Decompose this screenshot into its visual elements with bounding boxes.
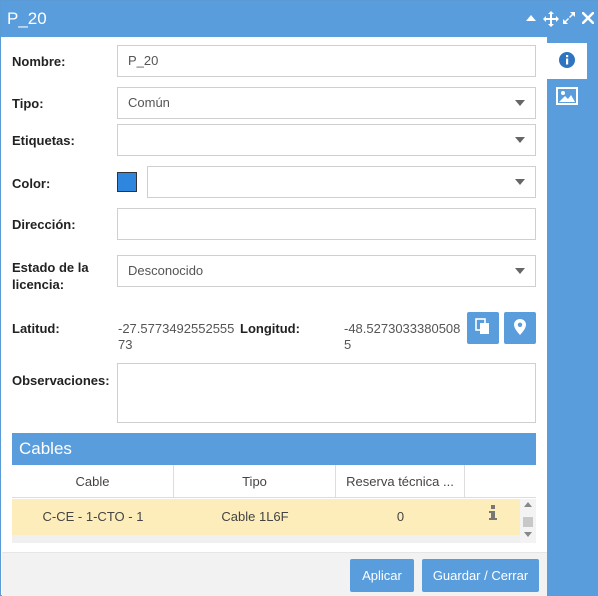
- info-icon: [558, 51, 576, 72]
- nombre-field[interactable]: P_20: [117, 45, 536, 77]
- latitud-line2: 73: [118, 337, 133, 352]
- direccion-field[interactable]: [117, 208, 536, 240]
- color-label: Color:: [12, 176, 51, 191]
- observaciones-textarea[interactable]: [117, 363, 536, 423]
- longitud-line2: 5: [344, 337, 352, 352]
- chevron-down-icon: [515, 268, 525, 274]
- scroll-thumb[interactable]: [523, 517, 533, 527]
- map-marker-icon: [513, 318, 527, 339]
- copy-coordinates-button[interactable]: [467, 312, 499, 344]
- etiquetas-label: Etiquetas:: [12, 133, 75, 148]
- table-footer-area: [12, 535, 520, 543]
- scroll-down-icon[interactable]: [524, 532, 532, 537]
- longitud-line1: -48.5273033380508: [344, 321, 461, 336]
- save-close-button[interactable]: Guardar / Cerrar: [422, 559, 539, 592]
- dialog-footer: Aplicar Guardar / Cerrar: [2, 552, 547, 596]
- info-icon[interactable]: [488, 499, 497, 535]
- tab-images[interactable]: [547, 79, 587, 115]
- close-icon[interactable]: [581, 11, 595, 27]
- estado-licencia-select[interactable]: Desconocido: [117, 255, 536, 287]
- nombre-value: P_20: [128, 53, 159, 68]
- column-header-actions: [465, 465, 536, 498]
- move-icon[interactable]: [543, 11, 559, 27]
- dialog-window: P_20 Nombre: P_20 Tipo: Común Etiquetas:…: [0, 0, 598, 596]
- window-controls: [524, 10, 595, 28]
- image-icon: [556, 86, 578, 108]
- longitud-label: Longitud:: [240, 321, 300, 336]
- etiquetas-select[interactable]: [117, 124, 536, 156]
- tipo-select[interactable]: Común: [117, 87, 536, 119]
- cables-section-header: Cables: [12, 433, 536, 465]
- cell-cable: C-CE - 1-CTO - 1: [42, 509, 144, 524]
- chevron-down-icon: [515, 179, 525, 185]
- cables-table: Cable Tipo Reserva técnica ... C-CE - 1-…: [12, 465, 536, 543]
- column-header-tipo[interactable]: Tipo: [174, 465, 336, 498]
- window-title: P_20: [7, 9, 47, 28]
- latitud-value: -27.5773492552555 73: [118, 321, 234, 353]
- side-tab-bar: [547, 37, 598, 596]
- column-header-reserva[interactable]: Reserva técnica ...: [336, 465, 465, 498]
- estado-label: Estado de la licencia:: [12, 259, 89, 293]
- direccion-label: Dirección:: [12, 217, 76, 232]
- estado-value: Desconocido: [128, 263, 204, 278]
- nombre-label: Nombre:: [12, 54, 66, 69]
- observaciones-label: Observaciones:: [12, 373, 110, 388]
- tipo-label: Tipo:: [12, 96, 44, 111]
- tipo-value: Común: [128, 95, 170, 110]
- color-swatch[interactable]: [117, 172, 137, 192]
- form-content: Nombre: P_20 Tipo: Común Etiquetas: Colo…: [2, 37, 547, 552]
- longitud-value: -48.5273033380508 5: [344, 321, 460, 353]
- estado-label-line2: licencia:: [12, 277, 65, 292]
- apply-button[interactable]: Aplicar: [350, 559, 414, 592]
- table-header: Cable Tipo Reserva técnica ...: [12, 465, 536, 498]
- locate-on-map-button[interactable]: [504, 312, 536, 344]
- table-scrollbar[interactable]: [520, 499, 536, 543]
- latitud-label: Latitud:: [12, 321, 60, 336]
- expand-icon[interactable]: [562, 11, 576, 27]
- collapse-icon[interactable]: [524, 11, 538, 27]
- cell-reserva: 0: [396, 509, 405, 524]
- chevron-down-icon: [515, 137, 525, 143]
- latitud-line1: -27.5773492552555: [118, 321, 235, 336]
- estado-label-line1: Estado de la: [12, 260, 89, 275]
- title-bar[interactable]: P_20: [1, 1, 598, 37]
- copy-icon: [475, 317, 491, 339]
- cell-tipo: Cable 1L6F: [221, 509, 289, 524]
- scroll-up-icon[interactable]: [524, 502, 532, 507]
- chevron-down-icon: [515, 100, 525, 106]
- tab-info[interactable]: [547, 43, 587, 79]
- color-select[interactable]: [147, 166, 536, 198]
- table-row[interactable]: C-CE - 1-CTO - 1 Cable 1L6F 0: [12, 499, 520, 535]
- cell-actions: [465, 499, 520, 535]
- column-header-cable[interactable]: Cable: [12, 465, 174, 498]
